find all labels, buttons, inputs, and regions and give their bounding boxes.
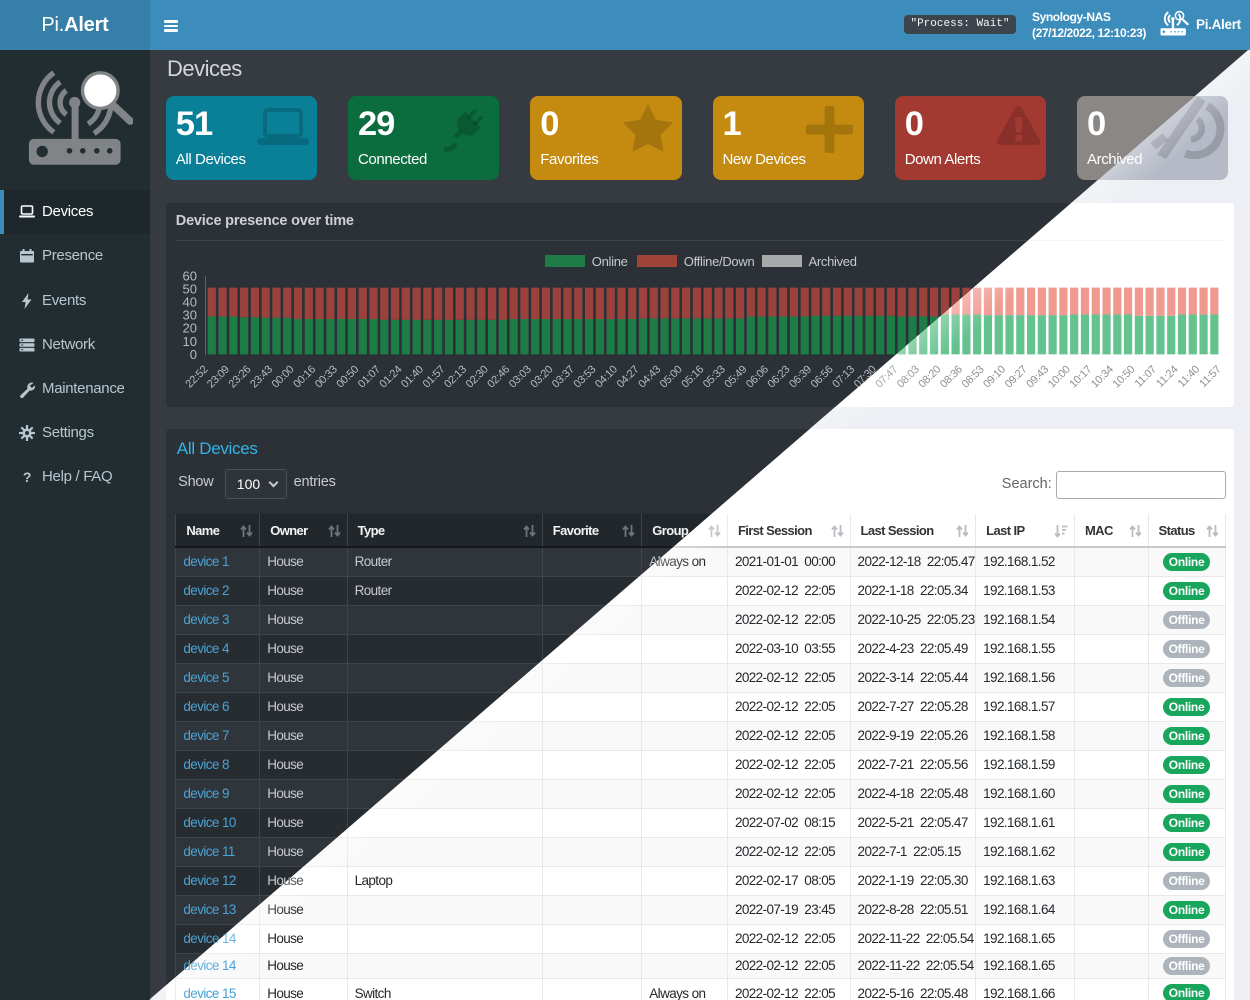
svg-text:03:37: 03:37 — [550, 364, 577, 391]
svg-text:01:07: 01:07 — [356, 364, 383, 391]
svg-text:23:43: 23:43 — [248, 364, 275, 391]
svg-text:04:27: 04:27 — [614, 364, 641, 391]
svg-text:00:33: 00:33 — [313, 364, 340, 391]
svg-text:02:30: 02:30 — [464, 364, 491, 391]
svg-text:07:13: 07:13 — [830, 364, 857, 391]
svg-text:06:39: 06:39 — [787, 364, 814, 391]
svg-text:?: ? — [23, 469, 31, 485]
svg-text:06:23: 06:23 — [765, 364, 792, 391]
svg-text:05:16: 05:16 — [679, 364, 706, 391]
svg-text:06:56: 06:56 — [808, 364, 835, 391]
svg-text:05:33: 05:33 — [701, 364, 728, 391]
svg-text:05:00: 05:00 — [658, 364, 685, 391]
svg-text:03:20: 03:20 — [528, 364, 555, 391]
svg-text:04:43: 04:43 — [636, 364, 663, 391]
svg-text:01:24: 01:24 — [377, 364, 404, 391]
svg-text:00:00: 00:00 — [269, 364, 296, 391]
svg-text:23:09: 23:09 — [205, 364, 232, 391]
svg-text:06:06: 06:06 — [744, 364, 771, 391]
svg-text:0: 0 — [190, 347, 197, 362]
svg-text:00:16: 00:16 — [291, 364, 318, 391]
svg-text:01:57: 01:57 — [420, 364, 447, 391]
svg-text:03:03: 03:03 — [507, 364, 534, 391]
svg-text:00:50: 00:50 — [334, 364, 361, 391]
svg-text:04:10: 04:10 — [593, 364, 620, 391]
svg-text:05:49: 05:49 — [722, 364, 749, 391]
svg-text:02:46: 02:46 — [485, 364, 512, 391]
svg-text:01:40: 01:40 — [399, 364, 426, 391]
svg-text:22:52: 22:52 — [183, 364, 210, 391]
svg-text:02:13: 02:13 — [442, 364, 469, 391]
svg-text:23:26: 23:26 — [226, 364, 253, 391]
svg-text:03:53: 03:53 — [571, 364, 598, 391]
